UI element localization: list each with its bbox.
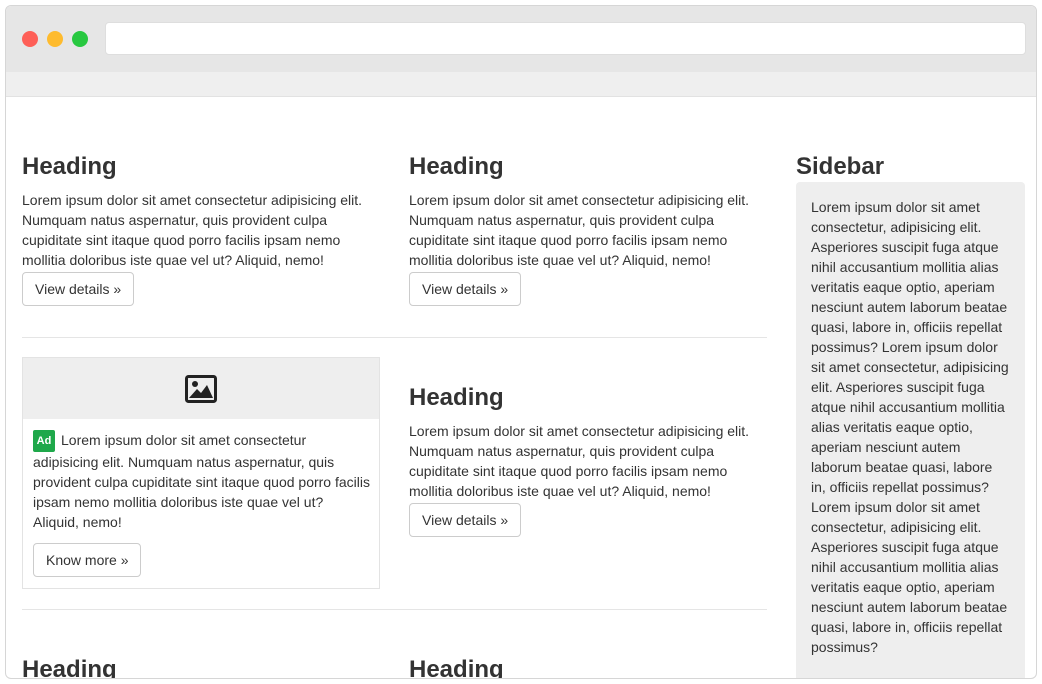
know-more-button[interactable]: Know more » [33,543,142,577]
article-heading: Heading [22,656,117,679]
image-icon [185,375,217,403]
ad-badge: Ad [33,430,55,452]
page-content: Heading Lorem ipsum dolor sit amet conse… [6,97,1036,679]
ad-image-placeholder [23,358,379,419]
article-heading: Heading [409,153,504,180]
row-divider [22,337,767,338]
view-details-button[interactable]: View details » [409,503,522,537]
sidebar-text: Lorem ipsum dolor sit amet consectetur, … [811,199,1009,655]
article-heading: Heading [22,153,117,180]
maximize-window-button[interactable] [72,31,88,47]
ad-text-block: Ad Lorem ipsum dolor sit amet consectetur… [33,430,371,532]
article-card: Heading Lorem ipsum dolor sit amet conse… [409,153,769,270]
ad-text: Lorem ipsum dolor sit amet consectetur a… [33,432,370,530]
view-details-button[interactable]: View details » [22,272,135,306]
browser-window: Heading Lorem ipsum dolor sit amet conse… [5,5,1037,679]
ad-card: Ad Lorem ipsum dolor sit amet consectetur… [22,357,380,589]
browser-toolbar [6,72,1036,97]
sidebar-panel: Lorem ipsum dolor sit amet consectetur, … [796,182,1025,678]
article-text: Lorem ipsum dolor sit amet consectetur a… [409,192,750,268]
view-details-button[interactable]: View details » [409,272,522,306]
article-card: Heading Lorem ipsum dolor sit amet conse… [22,153,382,270]
article-heading: Heading [409,384,504,411]
article-text: Lorem ipsum dolor sit amet consectetur a… [22,192,363,268]
sidebar-title: Sidebar [796,153,885,180]
minimize-window-button[interactable] [47,31,63,47]
article-card: Heading Lorem ipsum dolor sit amet conse… [409,384,769,501]
address-bar[interactable] [105,22,1026,55]
browser-titlebar [6,6,1036,72]
row-divider [22,609,767,610]
article-text: Lorem ipsum dolor sit amet consectetur a… [409,423,750,499]
article-heading: Heading [409,656,504,679]
close-window-button[interactable] [22,31,38,47]
